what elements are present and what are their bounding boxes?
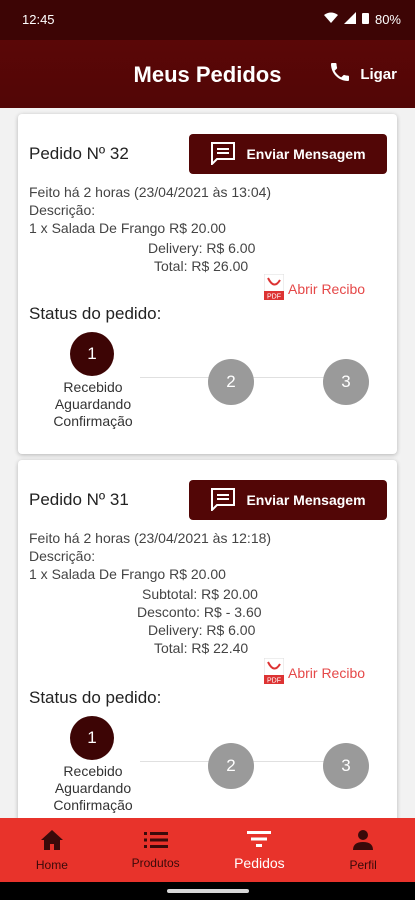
call-button[interactable]: Ligar	[328, 60, 397, 88]
open-receipt-link[interactable]: PDF Abrir Recibo	[263, 273, 366, 303]
svg-text:PDF: PDF	[267, 294, 281, 301]
clock: 12:45	[22, 12, 55, 27]
bottom-navigation: Home Produtos Pedidos Perfil	[0, 818, 415, 882]
send-message-button[interactable]: Enviar Mensagem	[189, 134, 387, 174]
order-title: Pedido Nº 31	[29, 490, 129, 509]
chat-icon	[210, 141, 236, 168]
pdf-icon: PDF	[263, 273, 285, 303]
signal-icon	[343, 12, 356, 27]
svg-text:PDF: PDF	[267, 678, 281, 685]
send-message-button[interactable]: Enviar Mensagem	[189, 480, 387, 520]
send-message-label: Enviar Mensagem	[246, 146, 366, 162]
nav-label: Produtos	[131, 855, 180, 870]
status-label: Status do pedido:	[29, 304, 162, 323]
order-placed-time: Feito há 2 horas (23/04/2021 às 12:18)	[29, 530, 272, 546]
step-1: 1	[70, 716, 114, 760]
step-2: 2	[208, 743, 254, 789]
status-bar: 12:45 80%	[0, 0, 415, 40]
subtotal: Subtotal: R$ 20.00	[142, 586, 258, 602]
nav-label: Perfil	[349, 857, 377, 872]
open-receipt-label: Abrir Recibo	[288, 664, 366, 681]
order-status-stepper: 1 Recebido Aguardando Confirmação 2 3	[18, 716, 397, 816]
person-icon	[352, 829, 374, 854]
chat-icon	[210, 487, 236, 514]
battery-icon	[361, 12, 369, 27]
nav-item-perfil[interactable]: Perfil	[311, 818, 415, 882]
filter-icon	[247, 830, 272, 851]
phone-icon	[328, 60, 352, 88]
list-icon	[143, 831, 168, 852]
open-receipt-label: Abrir Recibo	[288, 280, 366, 297]
status-icons: 80%	[323, 12, 401, 27]
order-total: Total: R$ 22.40	[154, 640, 249, 656]
order-status-stepper: 1 Recebido Aguardando Confirmação 2 3	[18, 332, 397, 432]
send-message-label: Enviar Mensagem	[246, 492, 366, 508]
order-card: Pedido Nº 31 Enviar Mensagem Feito há 2 …	[18, 460, 397, 818]
call-label: Ligar	[360, 65, 397, 83]
nav-item-home[interactable]: Home	[0, 818, 104, 882]
order-title: Pedido Nº 32	[29, 144, 129, 163]
description-label: Descrição:	[29, 548, 96, 564]
order-placed-time: Feito há 2 horas (23/04/2021 às 13:04)	[29, 184, 272, 200]
discount: Desconto: R$ - 3.60	[137, 604, 262, 620]
nav-item-pedidos[interactable]: Pedidos	[208, 818, 312, 882]
order-item: 1 x Salada De Frango R$ 20.00	[29, 566, 226, 582]
system-navigation-bar	[0, 882, 415, 900]
step-2: 2	[208, 359, 254, 405]
app-bar: Meus Pedidos Ligar	[0, 40, 415, 108]
step-1: 1	[70, 332, 114, 376]
home-gesture-handle[interactable]	[167, 889, 249, 893]
wifi-icon	[323, 12, 338, 27]
order-item: 1 x Salada De Frango R$ 20.00	[29, 220, 226, 236]
orders-list[interactable]: Pedido Nº 32 Enviar Mensagem Feito há 2 …	[0, 108, 415, 818]
order-total: Total: R$ 26.00	[154, 258, 249, 274]
nav-label: Pedidos	[234, 854, 285, 871]
step-1-caption: Recebido Aguardando Confirmação	[53, 763, 133, 813]
delivery-fee: Delivery: R$ 6.00	[148, 622, 256, 638]
pdf-icon: PDF	[263, 657, 285, 687]
open-receipt-link[interactable]: PDF Abrir Recibo	[263, 657, 366, 687]
step-3: 3	[323, 359, 369, 405]
nav-item-produtos[interactable]: Produtos	[104, 818, 208, 882]
step-3: 3	[323, 743, 369, 789]
delivery-fee: Delivery: R$ 6.00	[148, 240, 256, 256]
nav-label: Home	[35, 857, 68, 872]
order-card: Pedido Nº 32 Enviar Mensagem Feito há 2 …	[18, 114, 397, 454]
description-label: Descrição:	[29, 202, 96, 218]
step-1-caption: Recebido Aguardando Confirmação	[53, 379, 133, 429]
battery-level: 80%	[374, 12, 401, 27]
status-label: Status do pedido:	[29, 688, 162, 707]
home-icon	[40, 829, 64, 854]
